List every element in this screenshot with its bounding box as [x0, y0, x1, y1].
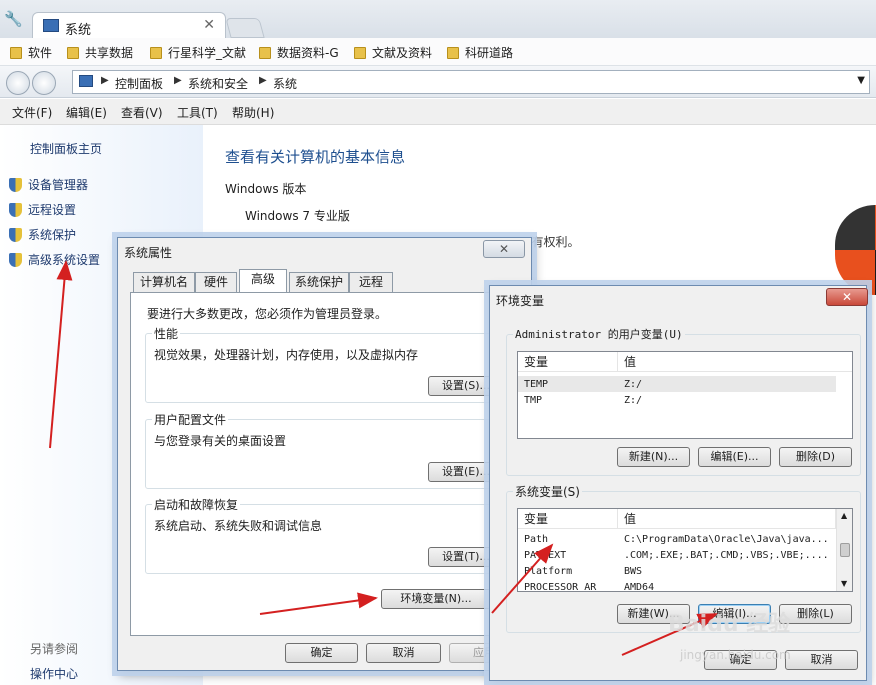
- watermark-url: jingyan.baidu.com: [680, 648, 791, 662]
- arrow-to-advanced-settings: [49, 260, 73, 449]
- arrow-to-path-row: [491, 543, 554, 614]
- annotation-arrows: [49, 260, 718, 656]
- watermark-logo: Baidu 经验: [668, 612, 791, 637]
- arrow-to-env-button: [259, 592, 378, 615]
